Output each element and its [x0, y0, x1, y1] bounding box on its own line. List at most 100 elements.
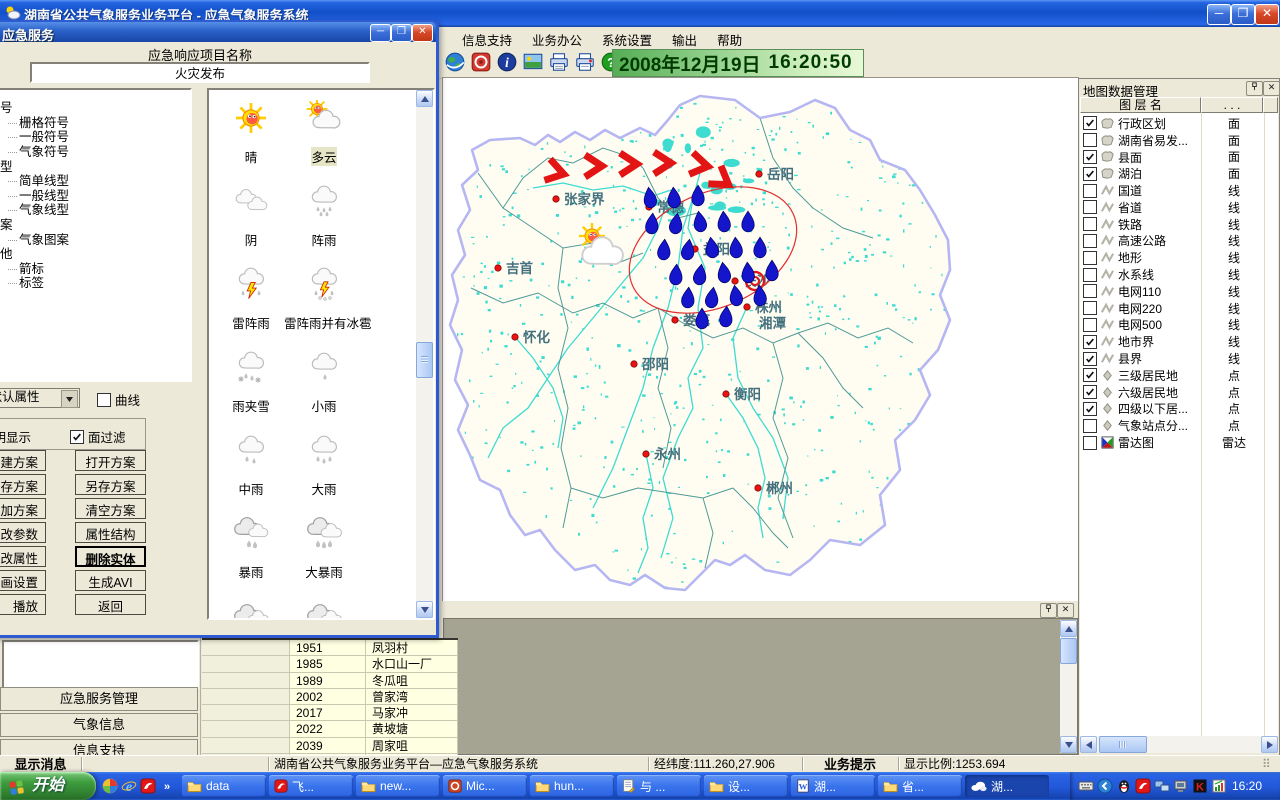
weather-item-thunder-hail[interactable]: 雷阵雨并有冰雹: [284, 266, 364, 332]
info-icon[interactable]: i: [496, 51, 518, 73]
weather-item-storm-part[interactable]: [211, 598, 291, 620]
globe-icon[interactable]: [444, 51, 466, 73]
scroll-up-icon[interactable]: [416, 90, 433, 107]
restore-button[interactable]: ❐: [1231, 4, 1255, 25]
fetion-icon[interactable]: [140, 778, 156, 794]
tree-item[interactable]: 标签: [0, 276, 190, 291]
layers-hscroll-thumb[interactable]: [1099, 736, 1147, 753]
tree-item[interactable]: 案: [0, 218, 190, 233]
dialog-left-button-1[interactable]: 存方案: [0, 474, 46, 495]
dialog-left-button-6[interactable]: 播放: [0, 594, 46, 615]
layer-checkbox[interactable]: [1083, 268, 1097, 282]
layer-row[interactable]: 电网500 线: [1080, 317, 1278, 334]
tree-item[interactable]: 一般线型: [0, 189, 190, 204]
chevron-expand-icon[interactable]: »: [159, 778, 175, 794]
layer-row[interactable]: 电网220 线: [1080, 300, 1278, 317]
dialog-right-button-3[interactable]: 属性结构: [75, 522, 146, 543]
close-button[interactable]: ✕: [1255, 4, 1279, 25]
weather-item-clouds[interactable]: 阴: [211, 183, 291, 249]
dialog-right-button-1[interactable]: 另存方案: [75, 474, 146, 495]
device-icon[interactable]: [1173, 778, 1189, 794]
station-table[interactable]: 1951 凤羽村 1985 水口山一厂 1989 冬瓜咀 2002 曾家湾 20…: [202, 638, 458, 755]
tree-item[interactable]: 他: [0, 247, 190, 262]
layer-row[interactable]: 湖南省易发... 面: [1080, 132, 1278, 149]
weather-scroll-thumb[interactable]: [416, 342, 433, 378]
layer-checkbox[interactable]: [1083, 150, 1097, 164]
dialog-right-button-6[interactable]: 返回: [75, 594, 146, 615]
dock-scroll-thumb[interactable]: [1060, 638, 1077, 664]
layer-row[interactable]: 县面 面: [1080, 149, 1278, 166]
close-icon[interactable]: ✕: [1263, 81, 1280, 96]
dialog-minimize-button[interactable]: ─: [370, 24, 391, 42]
layer-checkbox[interactable]: [1083, 436, 1097, 450]
layer-checkbox[interactable]: [1083, 402, 1097, 416]
layer-row[interactable]: 雷达图 雷达: [1080, 434, 1278, 451]
layer-row[interactable]: 地形 线: [1080, 249, 1278, 266]
network-icon[interactable]: [1154, 778, 1170, 794]
face-filter-checkbox-row[interactable]: 面过滤: [67, 427, 126, 446]
layer-row[interactable]: 行政区划 面: [1080, 115, 1278, 132]
weather-item-storm[interactable]: 暴雨: [211, 515, 291, 581]
layer-row[interactable]: 省道 线: [1080, 199, 1278, 216]
dialog-left-button-4[interactable]: 改属性: [0, 546, 46, 567]
column-header-dots[interactable]: . . .: [1201, 97, 1263, 113]
launcher-icon[interactable]: [102, 778, 118, 794]
record-icon[interactable]: [470, 51, 492, 73]
left-panel-button-0[interactable]: 应急服务管理: [0, 687, 198, 711]
minimize-button[interactable]: ─: [1207, 4, 1231, 25]
column-header-partial[interactable]: [1263, 97, 1278, 113]
layer-checkbox[interactable]: [1083, 217, 1097, 231]
task-button-8[interactable]: 省...: [878, 775, 962, 797]
dialog-right-button-5[interactable]: 生成AVI: [75, 570, 146, 591]
pin-icon[interactable]: [1246, 81, 1263, 96]
task-button-2[interactable]: new...: [356, 775, 440, 797]
scroll-up-icon[interactable]: [1060, 620, 1077, 637]
kaspersky-icon[interactable]: K: [1192, 778, 1208, 794]
map-canvas[interactable]: 张家界岳阳常德益阳吉首长沙娄底株州湘潭怀化邵阳衡阳永州郴州: [443, 78, 1078, 600]
weather-item-rain-small[interactable]: 小雨: [284, 349, 364, 415]
ie-icon[interactable]: e: [121, 778, 137, 794]
print-icon[interactable]: [548, 51, 570, 73]
weather-item-storm-part[interactable]: [284, 598, 364, 620]
layer-checkbox[interactable]: [1083, 133, 1097, 147]
task-button-9[interactable]: 湖...: [965, 775, 1049, 797]
layer-checkbox[interactable]: [1083, 419, 1097, 433]
weather-item-rain-mid[interactable]: 中雨: [211, 432, 291, 498]
table-row[interactable]: 1985 水口山一厂: [202, 656, 458, 672]
start-button[interactable]: 开始: [0, 772, 96, 800]
close-icon[interactable]: ✕: [1057, 603, 1074, 618]
tree-item[interactable]: 气象线型: [0, 203, 190, 218]
task-button-0[interactable]: data: [182, 775, 266, 797]
lang-icon[interactable]: [1097, 778, 1113, 794]
keyboard-icon[interactable]: [1078, 778, 1094, 794]
table-row[interactable]: 2017 马家冲: [202, 705, 458, 721]
layer-checkbox[interactable]: [1083, 234, 1097, 248]
layer-row[interactable]: 铁路 线: [1080, 216, 1278, 233]
dialog-close-button[interactable]: ✕: [412, 24, 433, 42]
tree-item[interactable]: 型: [0, 159, 190, 174]
layer-checkbox[interactable]: [1083, 352, 1097, 366]
weather-item-sun-cloud[interactable]: 多云: [284, 100, 364, 166]
dialog-left-button-3[interactable]: 改参数: [0, 522, 46, 543]
task-button-6[interactable]: 设...: [704, 775, 788, 797]
default-attr-dropdown[interactable]: 改默认属性: [0, 388, 80, 408]
left-panel-button-1[interactable]: 气象信息: [0, 713, 198, 737]
column-header-layer-name[interactable]: 图 层 名: [1080, 97, 1201, 113]
scroll-down-icon[interactable]: [1060, 736, 1077, 753]
layer-checkbox[interactable]: [1083, 184, 1097, 198]
dialog-left-button-2[interactable]: 加方案: [0, 498, 46, 519]
layer-checkbox[interactable]: [1083, 368, 1097, 382]
layer-checkbox[interactable]: [1083, 200, 1097, 214]
layer-row[interactable]: 六级居民地 点: [1080, 384, 1278, 401]
layer-row[interactable]: 气象站点分... 点: [1080, 417, 1278, 434]
weather-item-rain-big[interactable]: 大雨: [284, 432, 364, 498]
tree-item[interactable]: 栅格符号: [0, 116, 190, 131]
task-button-7[interactable]: W湖...: [791, 775, 875, 797]
weather-item-sleet[interactable]: 雨夹雪: [211, 349, 291, 415]
tree-item[interactable]: 箭标: [0, 262, 190, 277]
weather-item-storm-big[interactable]: 大暴雨: [284, 515, 364, 581]
curve-checkbox[interactable]: [97, 393, 111, 407]
layer-checkbox[interactable]: [1083, 335, 1097, 349]
dialog-left-button-5[interactable]: 画设置: [0, 570, 46, 591]
dialog-titlebar[interactable]: 应急服务 ─ ❐ ✕: [0, 22, 436, 42]
